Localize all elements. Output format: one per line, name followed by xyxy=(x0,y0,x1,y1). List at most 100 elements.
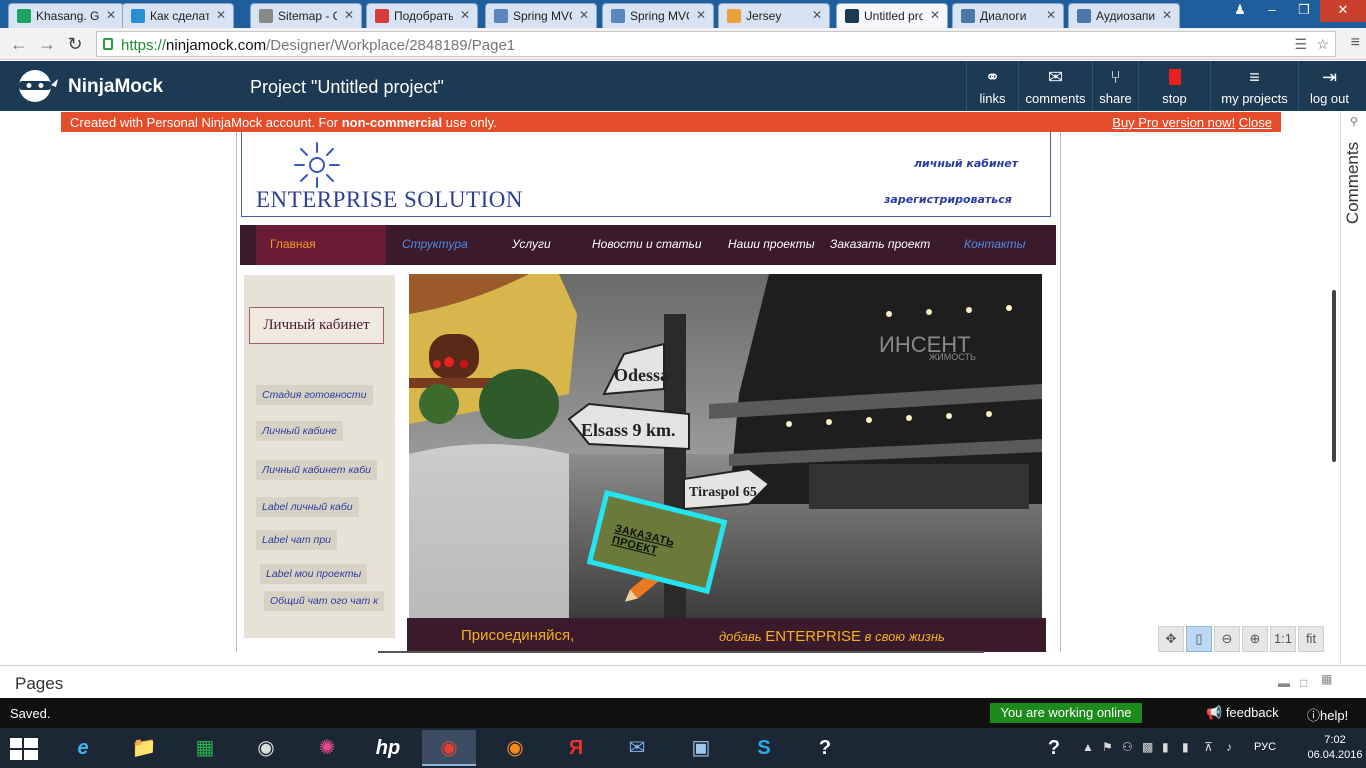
mock-nav-item[interactable]: Услуги xyxy=(512,237,551,251)
flag-icon[interactable]: ⚑ xyxy=(1102,740,1113,754)
back-button[interactable]: ← xyxy=(8,33,30,55)
tab-close-icon[interactable]: ✕ xyxy=(930,8,940,22)
tab-close-icon[interactable]: ✕ xyxy=(579,8,589,22)
windows-start-icon[interactable] xyxy=(10,738,38,760)
tab-close-icon[interactable]: ✕ xyxy=(1162,8,1172,22)
restore-button[interactable]: ❐ xyxy=(1288,0,1320,22)
mock-sidebar-item[interactable]: Личный кабине xyxy=(256,421,343,441)
chrome-icon[interactable]: ◉ xyxy=(422,730,476,766)
reload-button[interactable]: ↻ xyxy=(64,33,86,55)
mock-hero-image[interactable]: Odessa Elsass 9 km. Tiraspol 65 ИНСЕНТ Ж… xyxy=(409,274,1042,619)
mock-sidebar-item[interactable]: Label мои проекты xyxy=(260,564,368,584)
battery-icon[interactable]: ▮ xyxy=(1162,740,1169,754)
photos-icon[interactable]: ▣ xyxy=(674,730,728,766)
banner-close-link[interactable]: Close xyxy=(1239,115,1272,130)
mock-sidebar-item[interactable]: Label чат при xyxy=(256,530,338,550)
canvas-scrollbar[interactable] xyxy=(1332,290,1336,462)
mock-register-link[interactable]: зарегистрироваться xyxy=(884,193,1012,206)
minimize-panel-icon[interactable]: ▬ xyxy=(1278,676,1290,690)
browser-tab[interactable]: Jersey ✕ xyxy=(718,3,830,28)
clock-time[interactable]: 7:02 xyxy=(1304,734,1366,746)
help-app-icon[interactable]: ? xyxy=(798,730,852,766)
mock-nav-item[interactable]: Главная xyxy=(256,225,386,265)
wifi-icon[interactable]: ⊼ xyxy=(1204,740,1213,754)
tab-close-icon[interactable]: ✕ xyxy=(696,8,706,22)
camera-app-icon[interactable]: ◉ xyxy=(239,730,293,766)
mock-nav-item[interactable]: Структура xyxy=(402,237,468,251)
mock-sidebar-item[interactable]: Стадия готовности xyxy=(256,385,373,405)
network-icon[interactable]: ▮ xyxy=(1182,740,1189,754)
tab-close-icon[interactable]: ✕ xyxy=(216,8,226,22)
tab-close-icon[interactable]: ✕ xyxy=(460,8,470,22)
yandex-icon[interactable]: Я xyxy=(549,730,603,766)
browser-tab[interactable]: Spring MVC ✕ xyxy=(485,3,597,28)
display-icon[interactable]: ▩ xyxy=(1142,740,1153,754)
firefox-icon[interactable]: ◉ xyxy=(488,730,542,766)
pin-icon[interactable]: ⚲ xyxy=(1350,115,1358,128)
mock-sidebar-item[interactable]: Общий чат ого чат к xyxy=(264,591,385,611)
clock-date[interactable]: 06.04.2016 xyxy=(1304,749,1366,761)
device-frame-icon[interactable]: ▯ xyxy=(1186,626,1212,652)
browser-tab[interactable]: Spring MVC ✕ xyxy=(602,3,714,28)
comments-button[interactable]: ✉ comments xyxy=(1018,61,1092,111)
tab-close-icon[interactable]: ✕ xyxy=(344,8,354,22)
browser-tab[interactable]: Untitled pro ✕ xyxy=(836,3,948,28)
grid-view-icon[interactable]: ▦ xyxy=(1321,672,1332,686)
mail-icon[interactable]: ✉ xyxy=(610,730,664,766)
mock-nav-item[interactable]: Заказать проект xyxy=(830,237,930,251)
stop-button[interactable]: stop xyxy=(1138,61,1210,111)
mock-sidebar-title[interactable]: Личный кабинет xyxy=(249,307,384,344)
zoom-actual-button[interactable]: 1:1 xyxy=(1270,626,1296,652)
minimize-button[interactable]: – xyxy=(1256,0,1288,22)
ie-icon[interactable]: e xyxy=(56,730,110,766)
mock-sidebar-item[interactable]: Label личный каби xyxy=(256,497,359,517)
bookmark-star-icon[interactable]: ☆ xyxy=(1316,36,1329,53)
tray-overflow-icon[interactable]: ▲ xyxy=(1082,740,1094,754)
chrome-menu-icon[interactable]: ≡ xyxy=(1351,34,1360,52)
store-icon[interactable]: ▦ xyxy=(178,730,232,766)
zoom-out-icon[interactable]: ⊖ xyxy=(1214,626,1240,652)
close-window-button[interactable]: ✕ xyxy=(1320,0,1366,22)
browser-tab[interactable]: Подобрать ✕ xyxy=(366,3,478,28)
paint-app-icon[interactable]: ✺ xyxy=(300,730,354,766)
feedback-link[interactable]: 📢 feedback xyxy=(1206,705,1279,721)
my-projects-button[interactable]: ≡ my projects xyxy=(1210,61,1298,111)
links-button[interactable]: ⚭ links xyxy=(966,61,1018,111)
volume-icon[interactable]: ♪ xyxy=(1226,740,1232,754)
help-link[interactable]: ⓘhelp! xyxy=(1307,705,1348,724)
browser-tab[interactable]: Как сделать ✕ xyxy=(122,3,234,28)
browser-tab[interactable]: Диалоги ✕ xyxy=(952,3,1064,28)
mock-nav-item[interactable]: Новости и статьи xyxy=(592,237,702,251)
maximize-panel-icon[interactable]: □ xyxy=(1300,676,1307,690)
help-tray-icon[interactable]: ? xyxy=(1027,730,1081,766)
skype-icon[interactable]: S xyxy=(737,730,791,766)
user-icon[interactable]: ♟ xyxy=(1224,0,1256,22)
mock-nav-item[interactable]: Наши проекты xyxy=(728,237,815,251)
design-canvas[interactable]: ENTERPRISE SOLUTION личный кабинет зарег… xyxy=(236,132,1061,652)
url-input[interactable]: https://ninjamock.com/Designer/Workplace… xyxy=(96,31,1336,57)
hp-icon[interactable]: hp xyxy=(361,730,415,766)
comments-rail[interactable]: ⚲ Comments xyxy=(1340,111,1366,665)
tab-close-icon[interactable]: ✕ xyxy=(1046,8,1056,22)
explorer-icon[interactable]: 📁 xyxy=(117,730,171,766)
mock-nav-item[interactable]: Контакты xyxy=(964,237,1026,251)
language-indicator[interactable]: РУС xyxy=(1254,741,1276,753)
browser-tab[interactable]: Аудиозапи ✕ xyxy=(1068,3,1180,28)
share-button[interactable]: ⑂ share xyxy=(1092,61,1138,111)
log-out-button[interactable]: ⇥ log out xyxy=(1298,61,1360,111)
forward-button[interactable]: → xyxy=(36,33,58,55)
mock-cabinet-link[interactable]: личный кабинет xyxy=(914,157,1018,170)
zoom-in-icon[interactable]: ⊕ xyxy=(1242,626,1268,652)
pages-label[interactable]: Pages xyxy=(15,674,63,694)
browser-tab[interactable]: Khasang. Gе ✕ xyxy=(8,3,124,28)
zoom-fit-button[interactable]: fit xyxy=(1298,626,1324,652)
buy-pro-link[interactable]: Buy Pro version now! xyxy=(1112,115,1235,130)
network-share-icon[interactable]: ⚇ xyxy=(1122,740,1133,754)
pan-icon[interactable]: ✥ xyxy=(1158,626,1184,652)
browser-tab[interactable]: Sitemap - C ✕ xyxy=(250,3,362,28)
tab-close-icon[interactable]: ✕ xyxy=(812,8,822,22)
mock-header[interactable]: ENTERPRISE SOLUTION личный кабинет зарег… xyxy=(241,132,1051,217)
tab-close-icon[interactable]: ✕ xyxy=(106,8,116,22)
mock-sidebar-item[interactable]: Личный кабинет каби xyxy=(256,460,377,480)
translate-icon[interactable]: ☰ xyxy=(1294,36,1307,53)
